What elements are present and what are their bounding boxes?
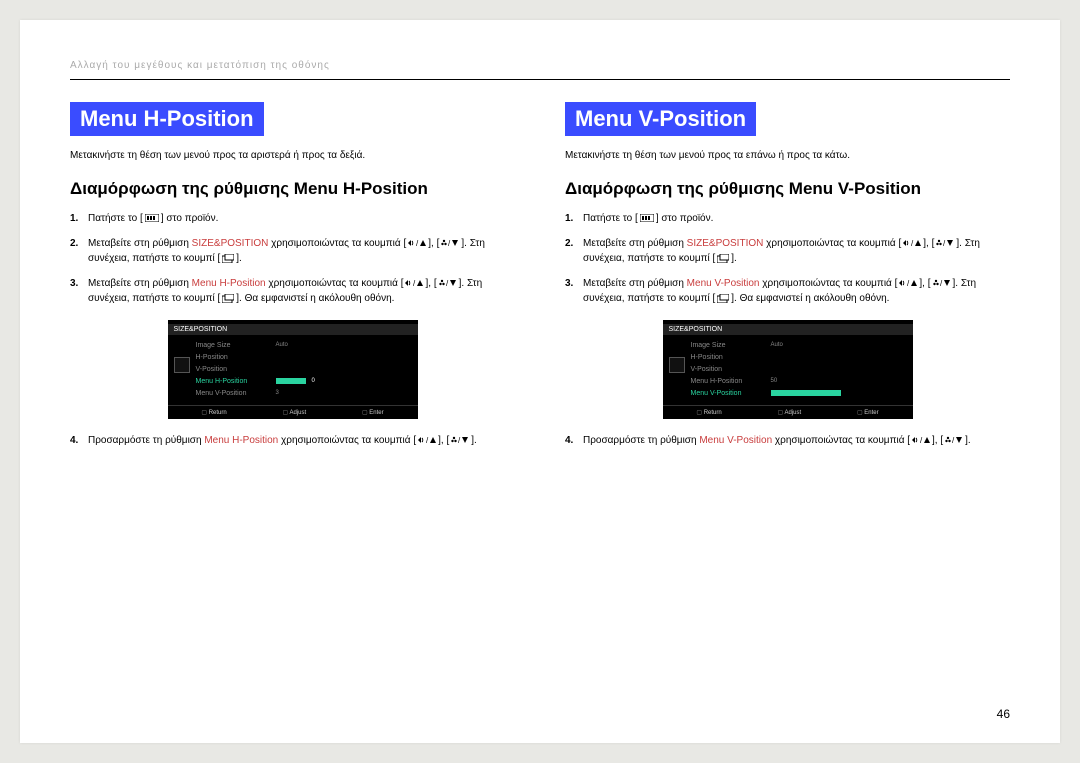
step-text: Πατήστε το [] στο προϊόν. [583,211,713,226]
steps-right: 1. Πατήστε το [] στο προϊόν. 2. Μεταβείτ… [565,211,1010,306]
page-number: 46 [997,707,1010,721]
menu-icon [640,214,654,222]
osd-rows: Image SizeAuto H-Position V-Position Men… [663,337,913,405]
step-text: Προσαρμόστε τη ρύθμιση Menu V-Position χ… [583,433,971,448]
document-page: Αλλαγή του μεγέθους και μετατόπιση της ο… [20,20,1060,743]
svg-text:/: / [911,239,914,247]
menu-icon [145,214,159,222]
step-num: 1. [565,211,577,226]
step-1: 1. Πατήστε το [] στο προϊόν. [70,211,515,226]
svg-text:/: / [413,279,416,287]
step-3: 3. Μεταβείτε στη ρύθμιση Menu V-Position… [565,276,1010,306]
osd-panel: SIZE&POSITION Image SizeAuto H-Position … [663,320,913,419]
vol-down-icon: / [936,239,954,247]
step-2: 2. Μεταβείτε στη ρύθμιση SIZE&POSITION χ… [565,236,1010,266]
svg-text:/: / [416,239,419,247]
vol-down-icon: / [441,239,459,247]
step-num: 2. [70,236,82,266]
steps-right-cont: 4. Προσαρμόστε τη ρύθμιση Menu V-Positio… [565,433,1010,448]
vol-down-icon: / [439,279,457,287]
svg-text:/: / [952,436,955,444]
enter-icon [717,254,729,263]
steps-left-cont: 4. Προσαρμόστε τη ρύθμιση Menu H-Positio… [70,433,515,448]
steps-left: 1. Πατήστε το [] στο προϊόν. 2. Μεταβείτ… [70,211,515,306]
step-num: 3. [70,276,82,306]
left-column: Menu H-Position Μετακινήστε τη θέση των … [70,102,515,458]
osd-footer: Return Adjust Enter [168,405,418,419]
svg-text:/: / [943,239,946,247]
step-num: 4. [565,433,577,448]
enter-icon [222,254,234,263]
vol-up-icon: / [405,279,423,287]
step-4: 4. Προσαρμόστε τη ρύθμιση Menu V-Positio… [565,433,1010,448]
vol-up-icon: / [899,279,917,287]
step-3: 3. Μεταβείτε στη ρύθμιση Menu H-Position… [70,276,515,306]
svg-text:/: / [920,436,923,444]
vol-up-icon: / [912,436,930,444]
right-column: Menu V-Position Μετακινήστε τη θέση των … [565,102,1010,458]
columns: Menu H-Position Μετακινήστε τη θέση των … [70,102,1010,458]
vol-down-icon: / [451,436,469,444]
vol-down-icon: / [933,279,951,287]
osd-slider-bar [276,378,306,384]
subhead-left: Διαμόρφωση της ρύθμισης Menu H-Position [70,179,515,199]
osd-panel: SIZE&POSITION Image SizeAuto H-Position … [168,320,418,419]
step-1: 1. Πατήστε το [] στο προϊόν. [565,211,1010,226]
vol-up-icon: / [903,239,921,247]
vol-down-icon: / [945,436,963,444]
horizontal-rule [70,79,1010,80]
vol-up-icon: / [418,436,436,444]
svg-text:/: / [940,279,943,287]
step-text: Μεταβείτε στη ρύθμιση SIZE&POSITION χρησ… [88,236,515,266]
page-header: Αλλαγή του μεγέθους και μετατόπιση της ο… [70,60,1010,71]
step-text: Προσαρμόστε τη ρύθμιση Menu H-Position χ… [88,433,477,448]
step-text: Μεταβείτε στη ρύθμιση Menu H-Position χρ… [88,276,515,306]
svg-text:/: / [426,436,429,444]
osd-category-icon [669,357,685,373]
step-text: Μεταβείτε στη ρύθμιση Menu V-Position χρ… [583,276,1010,306]
vol-up-icon: / [408,239,426,247]
step-num: 3. [565,276,577,306]
step-num: 4. [70,433,82,448]
enter-icon [222,294,234,303]
step-text: Πατήστε το [] στο προϊόν. [88,211,218,226]
svg-text:/: / [907,279,910,287]
osd-footer: Return Adjust Enter [663,405,913,419]
intro-left: Μετακινήστε τη θέση των μενού προς τα αρ… [70,150,515,161]
enter-icon [717,294,729,303]
step-text: Μεταβείτε στη ρύθμιση SIZE&POSITION χρησ… [583,236,1010,266]
osd-category-icon [174,357,190,373]
section-title-left: Menu H-Position [70,102,264,136]
osd-slider-bar [771,390,841,396]
step-num: 2. [565,236,577,266]
svg-text:/: / [448,239,451,247]
step-num: 1. [70,211,82,226]
step-4: 4. Προσαρμόστε τη ρύθμιση Menu H-Positio… [70,433,515,448]
intro-right: Μετακινήστε τη θέση των μενού προς τα επ… [565,150,1010,161]
subhead-right: Διαμόρφωση της ρύθμισης Menu V-Position [565,179,1010,199]
osd-screenshot-left: SIZE&POSITION Image SizeAuto H-Position … [70,320,515,419]
section-title-right: Menu V-Position [565,102,756,136]
step-2: 2. Μεταβείτε στη ρύθμιση SIZE&POSITION χ… [70,236,515,266]
osd-screenshot-right: SIZE&POSITION Image SizeAuto H-Position … [565,320,1010,419]
svg-text:/: / [458,436,461,444]
osd-rows: Image SizeAuto H-Position V-Position Men… [168,337,418,405]
svg-text:/: / [446,279,449,287]
